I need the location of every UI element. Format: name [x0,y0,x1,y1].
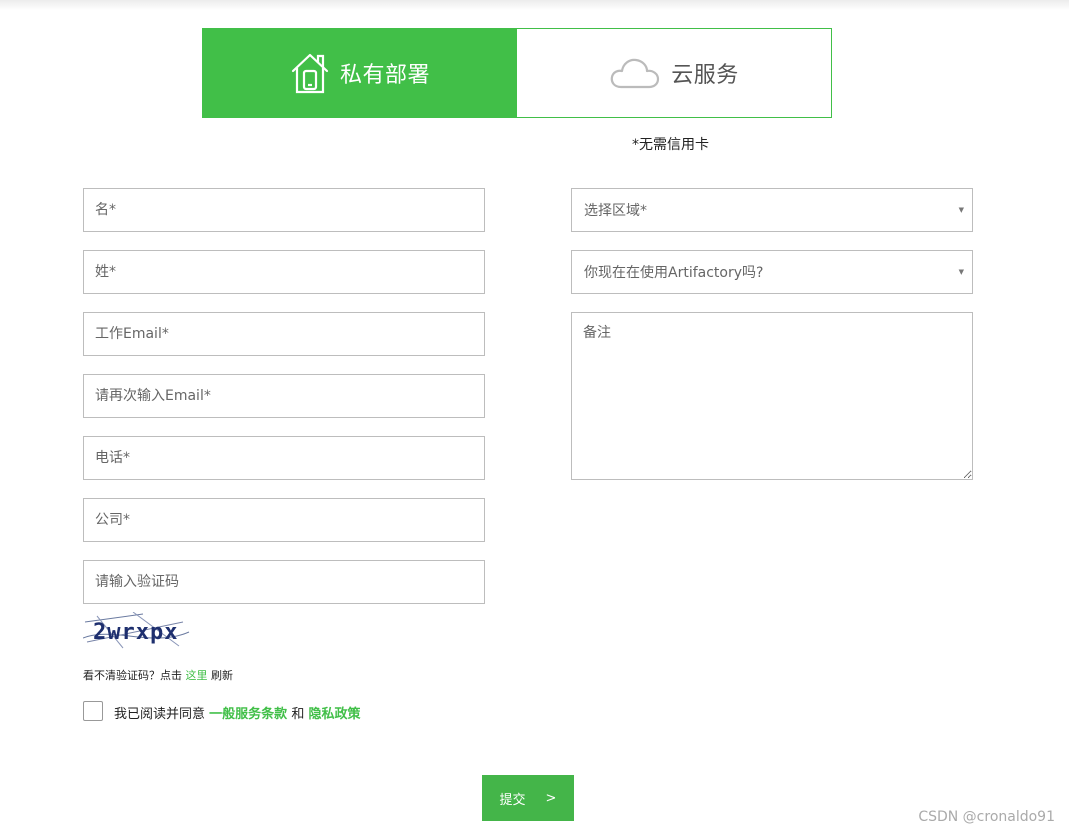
captcha-hint-prefix: 看不清验证码？点击 [83,669,182,682]
confirm-email-field[interactable] [83,374,485,418]
tab-private-deployment[interactable]: 私有部署 [203,29,517,117]
phone-field[interactable] [83,436,485,480]
remarks-textarea[interactable] [571,312,973,480]
artifactory-usage-select[interactable]: 你现在在使用Artifactory吗? ▼ [571,250,973,294]
chevron-right-icon: > [545,790,557,806]
region-select[interactable]: 选择区域* ▼ [571,188,973,232]
first-name-field[interactable] [83,188,485,232]
top-shadow [0,0,1069,10]
tab-cloud-label: 云服务 [671,63,739,88]
submit-button[interactable]: 提交 > [482,775,574,821]
company-field[interactable] [83,498,485,542]
captcha-input[interactable] [83,560,485,604]
work-email-field[interactable] [83,312,485,356]
last-name-field[interactable] [83,250,485,294]
caret-down-icon: ▼ [958,206,964,214]
caret-down-icon: ▼ [958,268,964,276]
cloud-icon [609,56,661,90]
watermark: CSDN @cronaldo91 [918,809,1055,825]
captcha-image[interactable]: 2wrxpx [82,611,191,652]
agreement-text: 我已阅读并同意 一般服务条款 和 隐私政策 [114,703,360,722]
agreement-prefix: 我已阅读并同意 [114,707,206,722]
submit-label: 提交 [499,792,526,808]
agreement-checkbox[interactable] [83,701,103,721]
tab-private-label: 私有部署 [339,63,430,88]
no-credit-card-note: *无需信用卡 [632,137,709,153]
artifactory-select-label: 你现在在使用Artifactory吗? [584,265,764,281]
tab-cloud-service[interactable]: 云服务 [517,29,831,117]
deployment-tabs: 私有部署 云服务 [202,28,832,118]
agreement-and: 和 [291,707,305,722]
captcha-hint-suffix: 刷新 [211,669,233,682]
privacy-policy-link[interactable]: 隐私政策 [308,707,360,722]
captcha-refresh-link[interactable]: 这里 [186,669,208,682]
region-select-label: 选择区域* [584,203,647,219]
captcha-code: 2wrxpx [93,620,178,645]
terms-link[interactable]: 一般服务条款 [209,707,287,722]
house-icon [290,51,330,95]
captcha-refresh-hint: 看不清验证码？点击 这里 刷新 [83,667,233,683]
